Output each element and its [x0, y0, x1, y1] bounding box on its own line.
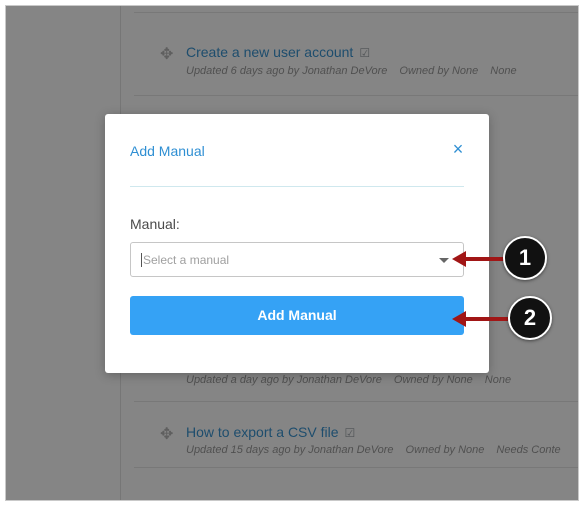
manual-select-placeholder: Select a manual — [141, 253, 230, 267]
add-manual-dialog: Add Manual × Manual: Select a manual Add… — [105, 114, 489, 373]
chevron-down-icon[interactable] — [439, 258, 449, 263]
app-window: ✥ Create a new user account ☑ Updated 6 d… — [5, 5, 579, 501]
callout-badge-1: 1 — [503, 236, 547, 280]
dialog-divider — [130, 186, 464, 187]
callout-arrow-1 — [464, 257, 508, 261]
manual-field-label: Manual: — [130, 216, 180, 232]
add-manual-button[interactable]: Add Manual — [130, 296, 464, 335]
close-icon[interactable]: × — [449, 140, 467, 158]
dialog-title: Add Manual — [130, 143, 205, 159]
callout-arrow-2 — [464, 317, 508, 321]
callout-badge-2: 2 — [508, 296, 552, 340]
manual-select[interactable]: Select a manual — [130, 242, 464, 277]
